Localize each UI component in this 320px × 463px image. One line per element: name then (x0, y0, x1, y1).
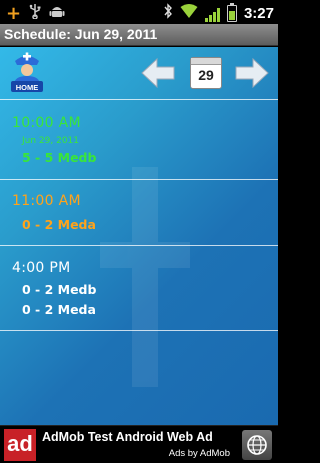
time-slot-label: 4:00 PM (12, 260, 71, 276)
divider (0, 179, 278, 180)
bluetooth-icon (163, 3, 173, 24)
watermark-cross (100, 167, 190, 387)
time-slot-label: 11:00 AM (12, 193, 81, 209)
svg-text:HOME: HOME (16, 83, 39, 92)
divider (0, 99, 278, 100)
signal-icon (204, 6, 220, 22)
wifi-icon (180, 3, 198, 24)
time-slot-label: 10:00 AM (12, 115, 81, 131)
schedule-entry[interactable]: 0 - 2 Medb (22, 282, 96, 297)
next-day-button[interactable] (234, 57, 270, 89)
arrow-left-icon (141, 57, 175, 89)
schedule-entry[interactable]: 0 - 2 Meda (22, 302, 96, 317)
schedule-entry[interactable]: 5 - 5 Medb (22, 150, 96, 165)
page-title: Schedule: Jun 29, 2011 (4, 26, 158, 42)
home-icon: HOME (11, 52, 43, 92)
slot-date: Jun 29, 2011 (22, 136, 80, 146)
calendar-day: 29 (198, 67, 214, 83)
home-button[interactable]: HOME (10, 51, 44, 93)
calendar-button[interactable]: 29 (190, 57, 222, 89)
android-debug-icon (49, 3, 65, 24)
schedule-panel: HOME 29 10:00 AM Jun 29, 2011 5 - 5 Medb… (0, 47, 278, 425)
schedule-entry[interactable]: 0 - 2 Meda (22, 217, 96, 232)
globe-icon (247, 435, 267, 455)
divider (0, 330, 278, 331)
ad-banner[interactable]: ad AdMob Test Android Web Ad Ads by AdMo… (0, 425, 278, 463)
add-notification-icon: + (6, 2, 22, 24)
toolbar: HOME 29 (0, 47, 278, 99)
status-bar: + 3:27 (0, 0, 278, 24)
status-clock: 3:27 (243, 4, 274, 22)
ad-attribution: Ads by AdMob (168, 448, 230, 459)
calendar-icon (191, 58, 221, 65)
globe-button[interactable] (242, 430, 272, 460)
previous-day-button[interactable] (140, 57, 176, 89)
title-bar: Schedule: Jun 29, 2011 (0, 24, 278, 46)
usb-icon (28, 3, 42, 24)
divider (0, 245, 278, 246)
battery-icon (226, 3, 237, 22)
admob-logo: ad (4, 429, 36, 461)
ad-title[interactable]: AdMob Test Android Web Ad (42, 430, 213, 444)
arrow-right-icon (235, 57, 269, 89)
